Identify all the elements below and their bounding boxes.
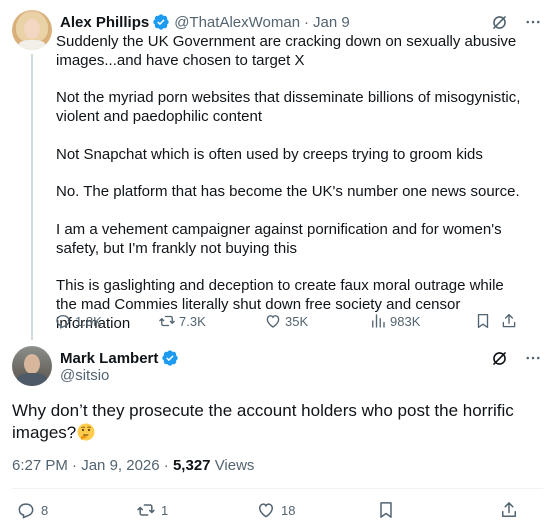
- like-button[interactable]: 35K: [264, 312, 308, 330]
- author-handle[interactable]: @ThatAlexWoman: [174, 14, 300, 31]
- author-name[interactable]: Alex Phillips: [60, 14, 149, 31]
- tweet-paragraph: I am a vehement campaigner against porni…: [56, 220, 502, 257]
- tweet-date[interactable]: Jan 9, 2026: [81, 457, 159, 474]
- tweet-paragraph: Suddenly the UK Government are cracking …: [56, 33, 517, 69]
- grok-icon[interactable]: [489, 12, 509, 32]
- avatar[interactable]: [12, 10, 52, 50]
- more-options-icon[interactable]: [523, 12, 543, 32]
- avatar[interactable]: [12, 346, 52, 386]
- share-button[interactable]: [500, 312, 518, 330]
- reply-button[interactable]: 8: [16, 500, 48, 520]
- reply-count: 8: [41, 502, 49, 518]
- like-count: 35K: [285, 313, 309, 329]
- author-handle[interactable]: @sitsio: [60, 367, 109, 384]
- bookmark-button[interactable]: [474, 312, 492, 330]
- tweet-header: Alex Phillips @ThatAlexWoman · Jan 9: [60, 12, 350, 32]
- share-icon: [502, 313, 516, 328]
- reply-icon: [56, 315, 70, 329]
- repost-button[interactable]: 1: [136, 500, 168, 520]
- tweet-actions: 8 1 18: [12, 500, 532, 522]
- analytics-icon: [372, 314, 385, 328]
- heart-icon: [258, 503, 274, 518]
- reply-button[interactable]: 1.8K: [54, 312, 102, 330]
- like-button[interactable]: 18: [256, 500, 295, 520]
- reply-count: 1.8K: [75, 313, 102, 329]
- reply-icon: [18, 503, 34, 519]
- tweet-menu: [489, 348, 543, 368]
- bookmark-button[interactable]: [376, 500, 396, 520]
- tweet-paragraph: Not the myriad porn websites that dissem…: [56, 89, 521, 126]
- tweet-text: Suddenly the UK Government are cracking …: [56, 33, 526, 334]
- bookmark-icon: [477, 313, 489, 329]
- thread-connector-line: [31, 54, 33, 340]
- share-button[interactable]: [499, 500, 519, 520]
- views-count: 5,327: [172, 457, 211, 474]
- divider: [12, 488, 543, 489]
- more-options-icon[interactable]: [523, 348, 543, 368]
- grok-icon[interactable]: [489, 348, 509, 368]
- tweet-paragraph: No. The platform that has become the UK'…: [56, 183, 520, 201]
- tweet-actions: 1.8K 7.3K 35K 983K: [54, 312, 520, 332]
- tweet-header: Mark Lambert: [60, 348, 179, 368]
- separator: ·: [304, 13, 310, 31]
- separator: ·: [72, 457, 78, 474]
- like-count: 18: [281, 502, 296, 518]
- tweet-paragraph: Not Snapchat which is often used by cree…: [56, 145, 483, 163]
- repost-button[interactable]: 7.3K: [158, 312, 206, 330]
- tweet-text: Why don’t they prosecute the account hol…: [12, 400, 532, 444]
- tweet-time[interactable]: 6:27 PM: [12, 457, 68, 474]
- tweet-metadata: 6:27 PM · Jan 9, 2026 · 5,327 Views: [12, 457, 254, 474]
- verified-badge-icon[interactable]: [161, 349, 179, 367]
- thinking-face-emoji-icon: [77, 423, 95, 441]
- repost-icon: [159, 315, 175, 327]
- repost-count: 7.3K: [179, 313, 206, 329]
- heart-icon: [266, 315, 280, 328]
- share-icon: [502, 502, 516, 517]
- views-label: Views: [214, 457, 255, 474]
- views-count: 983K: [390, 313, 421, 329]
- repost-count: 1: [161, 502, 169, 518]
- tweet-date[interactable]: Jan 9: [313, 14, 350, 31]
- author-name[interactable]: Mark Lambert: [60, 350, 158, 367]
- views-button[interactable]: 983K: [369, 312, 420, 330]
- separator: ·: [163, 457, 169, 474]
- verified-badge-icon[interactable]: [152, 13, 170, 31]
- bookmark-icon: [380, 502, 392, 518]
- repost-icon: [137, 504, 155, 516]
- tweet-menu: [489, 12, 543, 32]
